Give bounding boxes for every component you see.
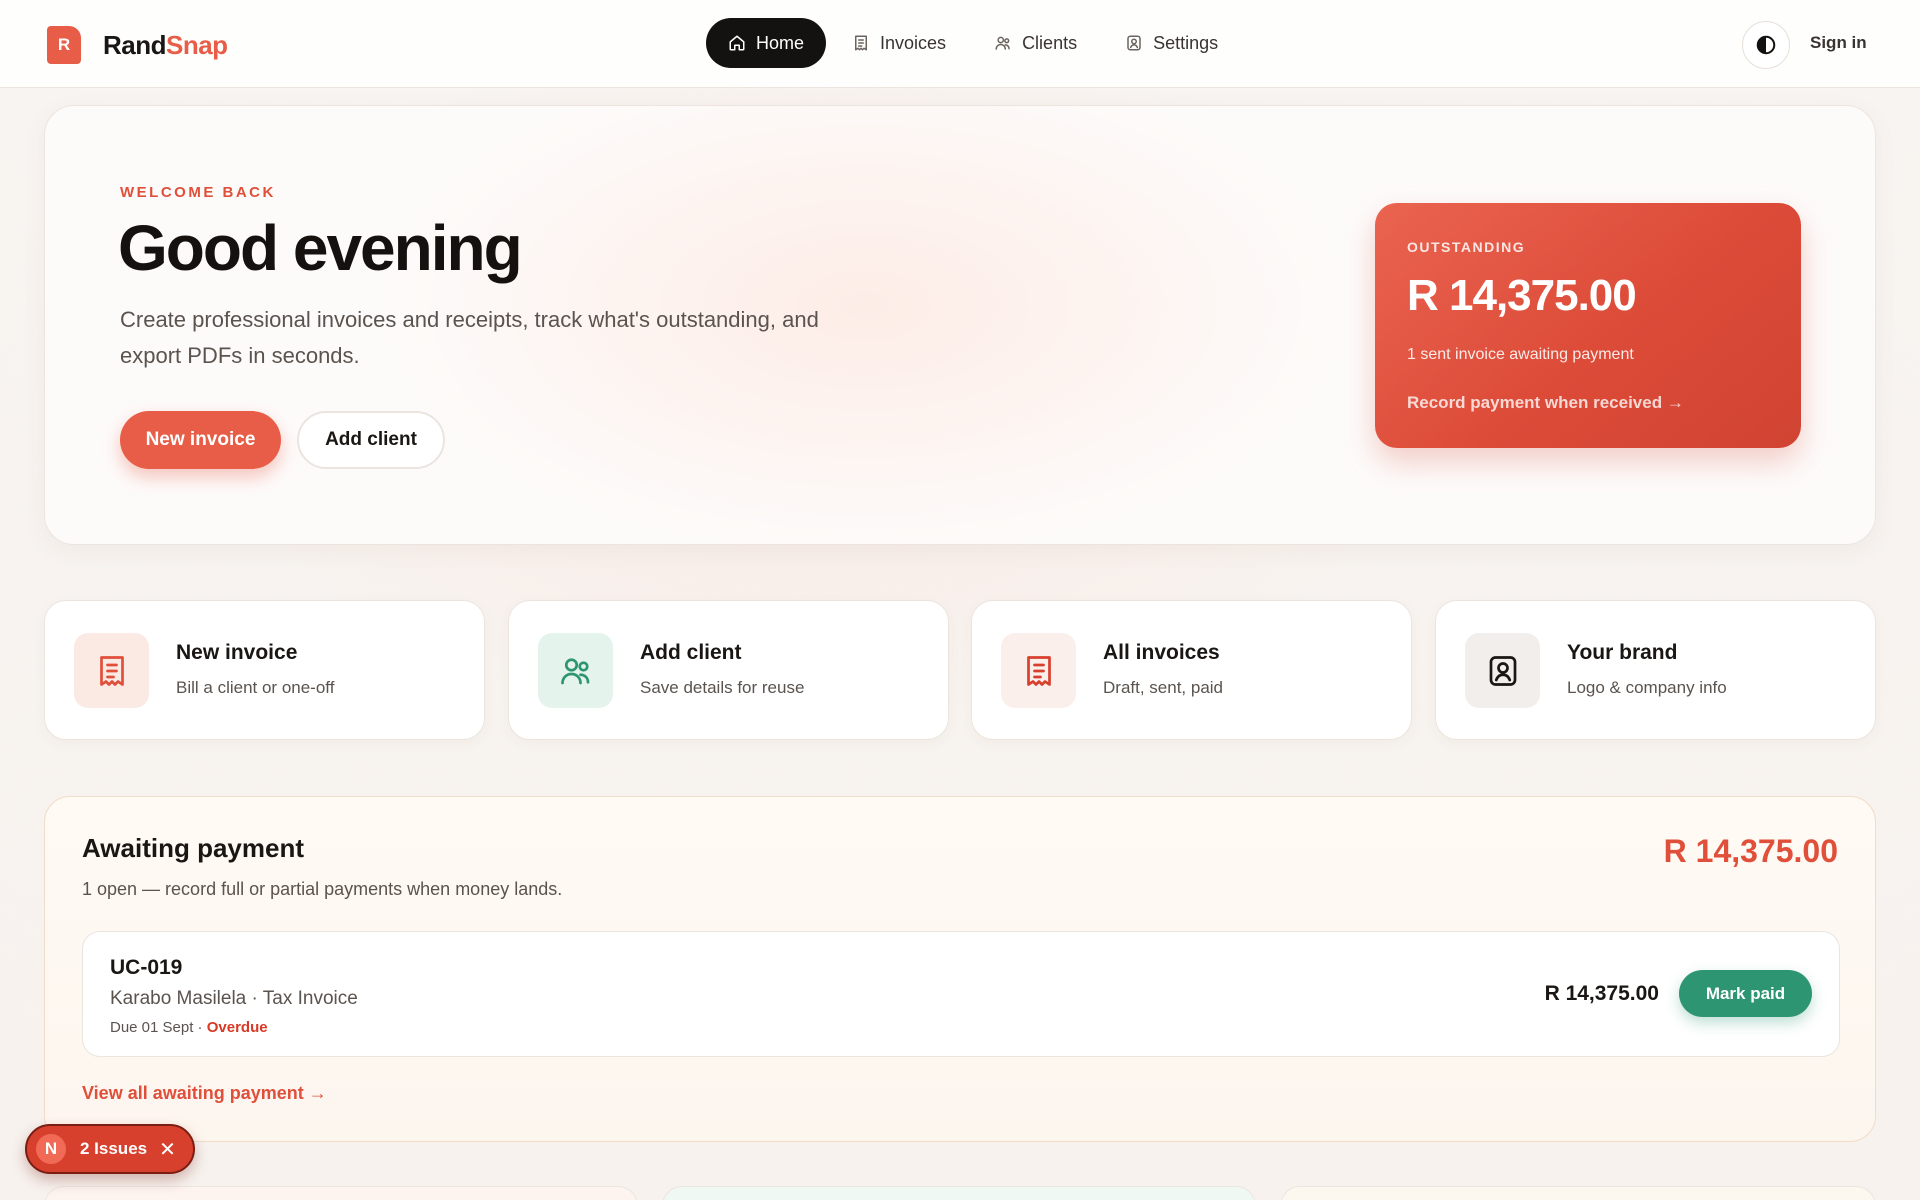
quick-action-title: Add client — [640, 641, 742, 664]
logo-letter: R — [57, 35, 71, 54]
close-icon[interactable]: ✕ — [159, 1137, 176, 1162]
sign-in-link[interactable]: Sign in — [1810, 33, 1867, 53]
outstanding-amount: R 14,375.00 — [1407, 271, 1637, 320]
hero-subtitle: Create professional invoices and receipt… — [120, 307, 819, 368]
mark-paid-button[interactable]: Mark paid — [1679, 970, 1812, 1017]
quick-action-new-invoice[interactable]: New invoice Bill a client or one-off — [44, 600, 485, 740]
issues-logo-letter: N — [44, 1139, 58, 1158]
home-icon — [729, 35, 745, 51]
main-nav: Home Invoices Clients Settings — [706, 18, 1244, 68]
issues-count: 2 Issues — [80, 1139, 148, 1158]
new-invoice-button[interactable]: New invoice — [120, 411, 281, 469]
nav-invoices[interactable]: Invoices — [830, 18, 968, 68]
quick-action-title: Your brand — [1567, 641, 1678, 664]
nav-settings[interactable]: Settings — [1103, 18, 1240, 68]
invoice-client: Karabo Masilela · Tax Invoice — [110, 988, 358, 1009]
receipt-icon — [74, 633, 149, 708]
bottom-card-2 — [662, 1186, 1256, 1200]
quick-action-subtitle: Bill a client or one-off — [176, 678, 335, 697]
welcome-hero: WELCOME BACK Good evening Create profess… — [44, 105, 1876, 545]
outstanding-label: OUTSTANDING — [1407, 239, 1526, 255]
invoice-due: Due 01 Sept · Overdue — [110, 1019, 268, 1036]
contrast-icon — [1756, 35, 1776, 55]
nav-settings-label: Settings — [1153, 32, 1219, 53]
quick-action-subtitle: Save details for reuse — [640, 678, 805, 697]
receipt-icon — [855, 35, 868, 51]
invoice-amount: R 14,375.00 — [1544, 982, 1659, 1005]
awaiting-payment-panel: Awaiting payment 1 open — record full or… — [44, 796, 1876, 1142]
users-icon — [995, 36, 1010, 50]
awaiting-title: Awaiting payment — [82, 833, 305, 863]
users-icon — [538, 633, 613, 708]
app-name-part2: Snap — [166, 29, 228, 60]
invoice-due-date: Due 01 Sept · — [110, 1019, 207, 1036]
nav-home-label: Home — [756, 32, 805, 53]
quick-action-title: New invoice — [176, 641, 298, 664]
bottom-card-3 — [1280, 1186, 1876, 1200]
invoice-id: UC-019 — [110, 956, 183, 979]
hero-eyebrow: WELCOME BACK — [120, 184, 276, 201]
app-name: RandSnap — [103, 30, 228, 61]
invoice-row[interactable]: UC-019 Karabo Masilela · Tax Invoice Due… — [82, 931, 1840, 1057]
quick-action-your-brand[interactable]: Your brand Logo & company info — [1435, 600, 1876, 740]
receipt-icon — [1001, 633, 1076, 708]
app-name-part1: Rand — [103, 29, 167, 60]
issues-badge[interactable]: N 2 Issues ✕ — [25, 1124, 195, 1174]
bottom-card-1 — [44, 1186, 638, 1200]
brand[interactable]: R RandSnap — [47, 26, 228, 64]
app-logo-icon: R — [47, 26, 81, 64]
hero-title: Good evening — [118, 212, 523, 284]
awaiting-subtitle: 1 open — record full or partial payments… — [82, 879, 563, 899]
nav-clients-label: Clients — [1022, 32, 1078, 53]
theme-toggle-button[interactable] — [1742, 21, 1790, 69]
quick-action-title: All invoices — [1103, 641, 1220, 664]
quick-action-subtitle: Draft, sent, paid — [1103, 678, 1224, 697]
quick-action-add-client[interactable]: Add client Save details for reuse — [508, 600, 949, 740]
add-client-button[interactable]: Add client — [297, 411, 445, 469]
quick-action-all-invoices[interactable]: All invoices Draft, sent, paid — [971, 600, 1412, 740]
top-navbar: R RandSnap Home Invoices Clients Setting… — [0, 0, 1920, 88]
nav-home[interactable]: Home — [706, 18, 827, 68]
id-badge-icon — [1127, 35, 1141, 51]
outstanding-description: 1 sent invoice awaiting payment — [1407, 346, 1634, 363]
view-all-awaiting-link[interactable]: View all awaiting payment → — [82, 1083, 327, 1104]
awaiting-total: R 14,375.00 — [1663, 833, 1838, 869]
next-logo-icon: N — [36, 1134, 66, 1164]
quick-action-subtitle: Logo & company info — [1567, 678, 1727, 697]
nav-invoices-label: Invoices — [880, 32, 947, 53]
nav-clients[interactable]: Clients — [972, 18, 1099, 68]
overdue-status: Overdue — [206, 1019, 268, 1036]
outstanding-card: OUTSTANDING R 14,375.00 1 sent invoice a… — [1375, 203, 1801, 448]
id-badge-icon — [1465, 633, 1540, 708]
record-payment-link[interactable]: Record payment when received → — [1407, 393, 1684, 413]
